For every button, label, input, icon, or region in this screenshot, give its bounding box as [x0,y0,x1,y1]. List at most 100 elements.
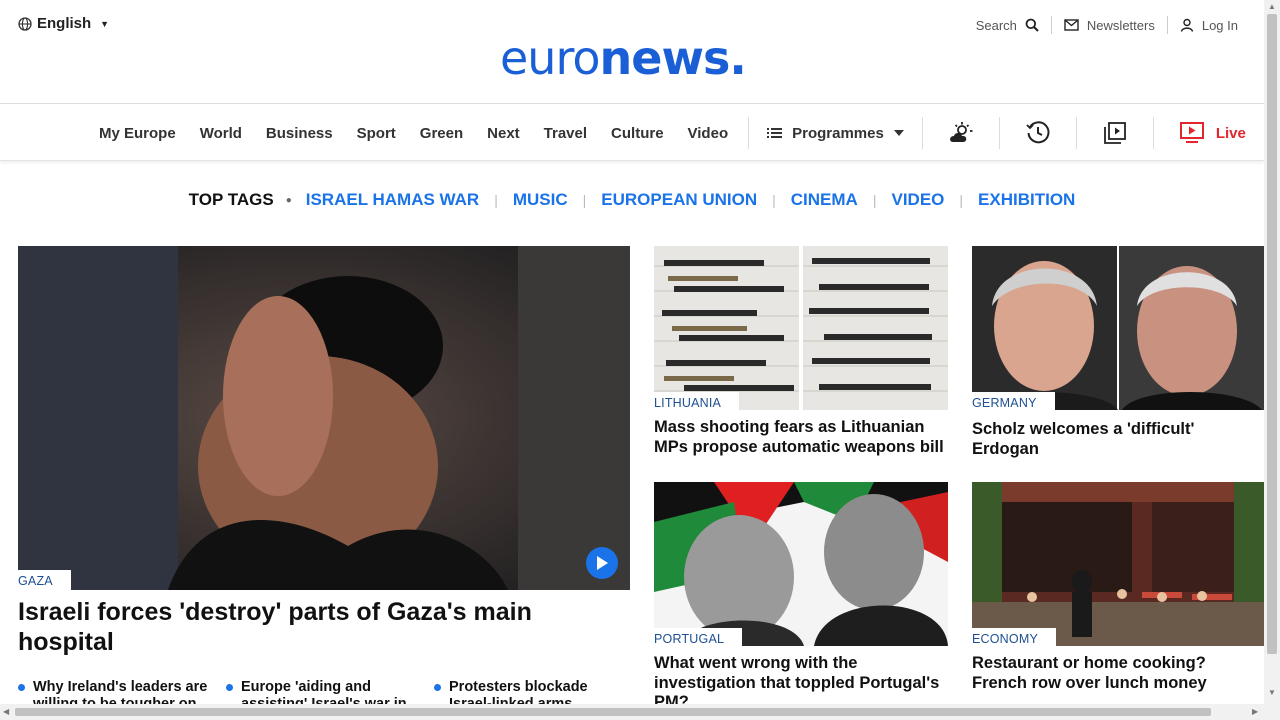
card-category-portugal[interactable]: PORTUGAL [654,628,743,648]
hero-related-stories: Why Ireland's leaders are willing to be … [18,679,630,705]
related-story-title: Protesters blockade Israel-linked arms [449,679,588,705]
nav-item-business[interactable]: Business [254,125,345,142]
vertical-scroll-thumb[interactable] [1267,14,1277,654]
card-headline-germany[interactable]: Scholz welcomes a 'difficult' Erdogan [972,420,1264,459]
scroll-left-arrow-icon[interactable]: ◀ [3,707,9,716]
weather-button[interactable] [931,105,991,161]
tag-separator: | [772,192,776,208]
related-story-title: Europe 'aiding and assisting' Israel's w… [241,679,407,705]
nav-item-my-europe[interactable]: My Europe [87,125,188,142]
hero-image[interactable] [18,246,630,590]
scroll-right-arrow-icon[interactable]: ▶ [1252,707,1258,716]
tag-music[interactable]: MUSIC [513,190,568,210]
tag-cinema[interactable]: CINEMA [791,190,858,210]
related-story[interactable]: Europe 'aiding and assisting' Israel's w… [226,679,420,705]
nav-item-video[interactable]: Video [676,125,741,142]
play-icon [597,556,608,570]
weather-icon [949,122,973,142]
related-story-title: Why Ireland's leaders are willing to be … [33,679,208,705]
top-tags-heading: TOP TAGS [188,190,274,209]
portugal-collage-illustration [654,482,948,646]
hero-headline[interactable]: Israeli forces 'destroy' parts of Gaza's… [18,597,618,657]
scroll-up-arrow-icon[interactable]: ▲ [1268,2,1276,11]
newsletters-button[interactable]: Newsletters [1052,14,1167,36]
bullet-icon [226,684,233,691]
live-label: Live [1215,124,1246,142]
tag-separator: | [872,192,877,208]
hero-category[interactable]: GAZA [18,570,71,590]
chevron-down-icon: ▼ [100,18,110,29]
card-headline-lithuania[interactable]: Mass shooting fears as Lithuanian MPs pr… [654,418,946,457]
card-image-portugal[interactable] [654,482,948,646]
list-icon [767,128,783,138]
login-button[interactable]: Log In [1168,14,1250,36]
tag-israel-hamas-war[interactable]: ISRAEL HAMAS WAR [306,190,479,210]
playlist-icon [1103,122,1126,144]
user-icon [1180,18,1194,32]
programmes-menu[interactable]: Programmes [757,125,914,142]
search-label: Search [975,17,1017,33]
clock-icon [1026,121,1050,144]
related-story[interactable]: Protesters blockade Israel-linked arms [434,679,628,705]
tag-european-union[interactable]: EUROPEAN UNION [601,190,757,210]
nav-divider [921,117,923,149]
top-tags-bar: TOP TAGS ● ISRAEL HAMAS WAR | MUSIC | EU… [0,190,1264,210]
logo-part-news: news [599,31,731,85]
search-button[interactable]: Search [964,14,1051,36]
live-tv-icon [1179,122,1204,143]
top-header: English ▼ euronews. Search Newsletters L… [0,0,1264,104]
tag-separator: | [494,192,498,208]
card-category-germany[interactable]: GERMANY [972,392,1055,412]
main-navigation: My Europe World Business Sport Green Nex… [0,105,1264,161]
tag-separator: | [582,192,587,208]
horizontal-scroll-thumb[interactable] [15,708,1211,716]
tag-video[interactable]: VIDEO [891,190,944,210]
nav-item-world[interactable]: World [188,125,254,142]
nav-item-green[interactable]: Green [408,125,475,142]
nav-items: My Europe World Business Sport Green Nex… [87,105,1246,161]
two-portraits-illustration [972,246,1264,410]
horizontal-scrollbar[interactable]: ◀ ▶ [0,704,1280,720]
euronews-logo[interactable]: euronews. [500,30,747,86]
logo-part-euro: euro [500,31,600,85]
bullet-icon [434,684,441,691]
nav-item-next[interactable]: Next [475,125,532,142]
vertical-scrollbar[interactable]: ▲ ▼ [1264,0,1280,704]
header-tools: Search Newsletters Log In [964,14,1250,36]
globe-icon [18,16,32,31]
search-icon [1025,18,1039,32]
weapons-wall-illustration [654,246,948,410]
caret-down-icon [893,130,904,136]
language-label: English [37,15,92,32]
card-image-germany[interactable] [972,246,1266,410]
logo-dot: . [729,31,747,85]
language-selector[interactable]: English ▼ [18,15,109,32]
nav-divider [1075,117,1077,149]
card-category-lithuania[interactable]: LITHUANIA [654,392,740,412]
nav-divider [998,117,1000,149]
nav-item-culture[interactable]: Culture [599,125,676,142]
video-playlist-button[interactable] [1085,105,1145,161]
tags-dot: ● [285,194,292,206]
newsletters-label: Newsletters [1086,17,1155,33]
card-category-economy[interactable]: ECONOMY [972,628,1056,648]
bullet-icon [18,684,25,691]
nav-item-sport[interactable]: Sport [345,125,408,142]
card-image-lithuania[interactable] [654,246,948,410]
restaurant-terrace-illustration [972,482,1264,646]
latest-news-button[interactable] [1008,105,1068,161]
nav-divider [748,117,750,149]
card-headline-economy[interactable]: Restaurant or home cooking? French row o… [972,654,1264,693]
tag-separator: | [959,192,964,208]
nav-divider [1152,117,1154,149]
login-label: Log In [1201,17,1238,33]
play-video-button[interactable] [586,547,618,579]
nav-item-travel[interactable]: Travel [532,125,599,142]
live-button[interactable]: Live [1162,122,1246,144]
scroll-down-arrow-icon[interactable]: ▼ [1268,688,1276,697]
tag-exhibition[interactable]: EXHIBITION [978,190,1075,210]
hero-photo-illustration [18,246,630,590]
related-story[interactable]: Why Ireland's leaders are willing to be … [18,679,212,705]
programmes-label: Programmes [792,124,884,142]
card-image-economy[interactable] [972,482,1266,646]
